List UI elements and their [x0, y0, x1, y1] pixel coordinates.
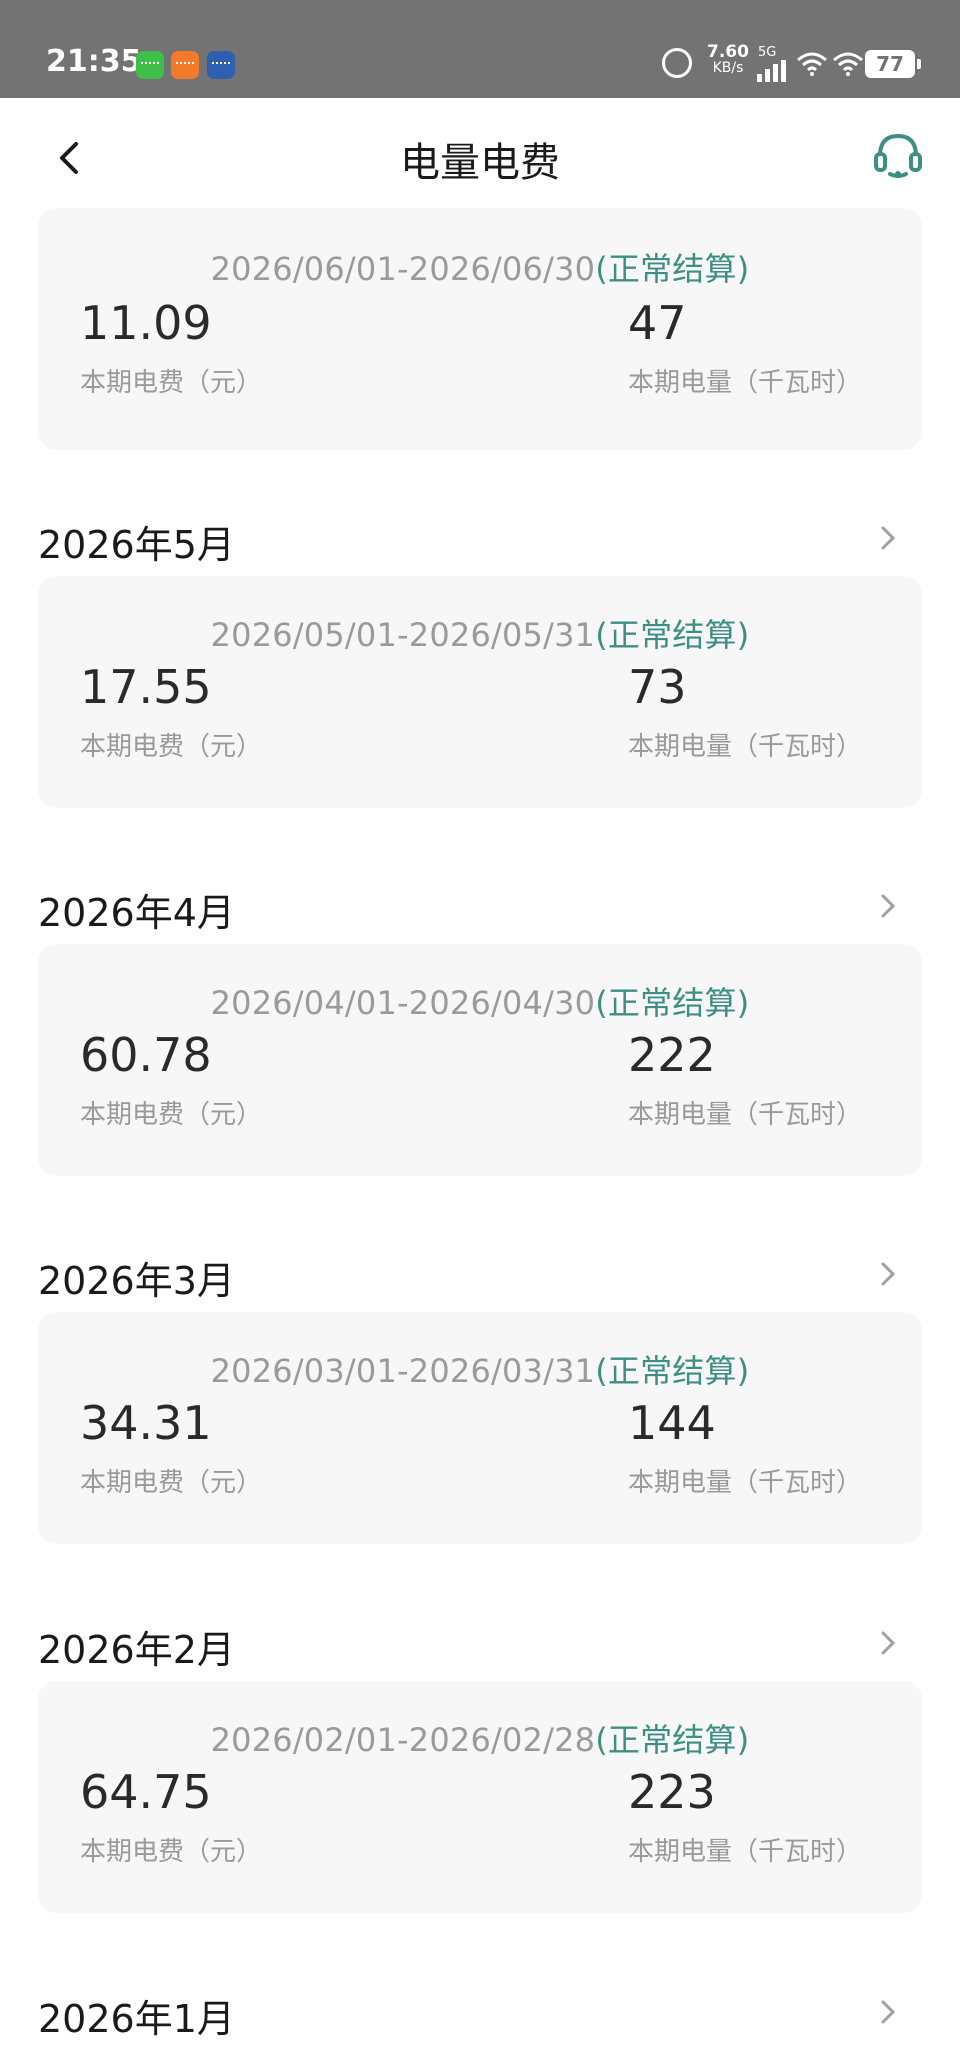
chevron-right-icon — [881, 894, 896, 918]
app-icon — [171, 51, 199, 79]
bill-status: (正常结算) — [595, 984, 750, 1022]
bill-period-dates: 2026/04/01-2026/04/30 — [210, 984, 596, 1022]
bill-kwh-value: 144 — [628, 1396, 716, 1450]
bill-period: 2026/04/01-2026/04/30(正常结算) — [38, 978, 922, 1024]
bill-fee-value: 34.31 — [80, 1396, 212, 1450]
network-speed: 7.60 KB/s — [706, 42, 750, 77]
month-header[interactable]: 2026年5月 — [38, 508, 922, 568]
app-icon — [207, 51, 235, 79]
bill-period: 2026/06/01-2026/06/30(正常结算) — [38, 244, 922, 290]
headset-icon[interactable] — [872, 128, 924, 184]
bill-period-dates: 2026/05/01-2026/05/31 — [210, 616, 596, 654]
network-speed-unit: KB/s — [712, 60, 744, 76]
bill-status: (正常结算) — [595, 616, 750, 654]
bill-fee-label: 本期电费（元） — [80, 368, 263, 398]
month-label: 2026年2月 — [38, 1628, 235, 1672]
bill-period-dates: 2026/02/01-2026/02/28 — [210, 1721, 596, 1759]
network-type: 5G — [758, 45, 777, 60]
bill-kwh-label: 本期电量（千瓦时） — [628, 1100, 863, 1130]
wifi-icon — [797, 52, 827, 76]
bill-period-dates: 2026/03/01-2026/03/31 — [210, 1352, 596, 1390]
month-label: 2026年3月 — [38, 1259, 235, 1303]
bill-fee-value: 64.75 — [80, 1765, 212, 1819]
bill-status: (正常结算) — [595, 1721, 750, 1759]
bill-period: 2026/05/01-2026/05/31(正常结算) — [38, 610, 922, 656]
month-header[interactable]: 2026年1月 — [38, 1982, 922, 2042]
bill-status: (正常结算) — [595, 250, 750, 288]
signal-icon — [757, 60, 789, 82]
app-header: 电量电费 — [0, 98, 960, 218]
bill-fee-value: 17.55 — [80, 660, 212, 714]
month-header[interactable]: 2026年2月 — [38, 1613, 922, 1673]
battery-icon: 77 — [865, 50, 921, 78]
bill-card[interactable]: 2026/04/01-2026/04/30(正常结算) 60.78 本期电费（元… — [38, 944, 922, 1176]
chevron-right-icon — [881, 1631, 896, 1655]
bill-kwh-value: 47 — [628, 296, 687, 350]
bill-period: 2026/03/01-2026/03/31(正常结算) — [38, 1346, 922, 1392]
bill-status: (正常结算) — [595, 1352, 750, 1390]
bill-kwh-value: 223 — [628, 1765, 716, 1819]
month-label: 2026年4月 — [38, 891, 235, 935]
bill-kwh-label: 本期电量（千瓦时） — [628, 732, 863, 762]
bill-fee-value: 60.78 — [80, 1028, 212, 1082]
bill-card[interactable]: 2026/06/01-2026/06/30(正常结算) 11.09 本期电费（元… — [38, 208, 922, 450]
network-speed-value: 7.60 — [707, 42, 749, 62]
bill-fee-label: 本期电费（元） — [80, 1100, 263, 1130]
bill-card[interactable]: 2026/05/01-2026/05/31(正常结算) 17.55 本期电费（元… — [38, 576, 922, 808]
bill-kwh-value: 73 — [628, 660, 687, 714]
chevron-right-icon — [881, 526, 896, 550]
bill-fee-label: 本期电费（元） — [80, 1468, 263, 1498]
bill-kwh-label: 本期电量（千瓦时） — [628, 1468, 863, 1498]
status-time: 21:35 — [46, 44, 142, 79]
bill-fee-label: 本期电费（元） — [80, 732, 263, 762]
bill-kwh-label: 本期电量（千瓦时） — [628, 368, 863, 398]
chevron-right-icon — [881, 1262, 896, 1286]
bill-fee-label: 本期电费（元） — [80, 1837, 263, 1867]
month-label: 2026年1月 — [38, 1997, 235, 2041]
bill-period: 2026/02/01-2026/02/28(正常结算) — [38, 1715, 922, 1761]
alarm-icon — [662, 48, 692, 78]
month-label: 2026年5月 — [38, 523, 235, 567]
bill-fee-value: 11.09 — [80, 296, 212, 350]
month-header[interactable]: 2026年4月 — [38, 876, 922, 936]
bill-card[interactable]: 2026/03/01-2026/03/31(正常结算) 34.31 本期电费（元… — [38, 1312, 922, 1544]
bill-kwh-label: 本期电量（千瓦时） — [628, 1837, 863, 1867]
month-header[interactable]: 2026年3月 — [38, 1244, 922, 1304]
page-title: 电量电费 — [400, 140, 560, 186]
status-bar: 21:35 7.60 KB/s 5G 77 — [0, 0, 960, 98]
bill-card[interactable]: 2026/02/01-2026/02/28(正常结算) 64.75 本期电费（元… — [38, 1681, 922, 1913]
chevron-right-icon — [881, 2000, 896, 2024]
wifi-icon — [833, 52, 863, 76]
bill-period-dates: 2026/06/01-2026/06/30 — [210, 250, 596, 288]
bill-kwh-value: 222 — [628, 1028, 716, 1082]
wechat-icon — [136, 51, 164, 79]
